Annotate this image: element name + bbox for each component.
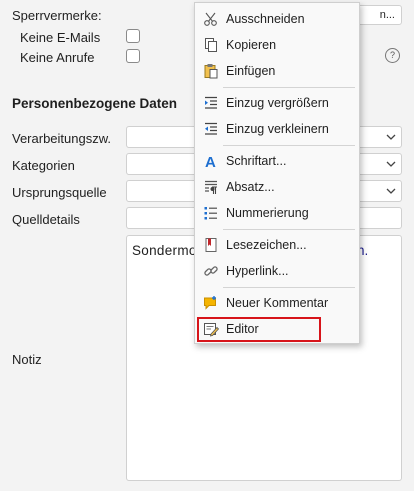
ursprungsquelle-label: Ursprungsquelle [12,185,107,200]
sperrvermerke-label: Sperrvermerke: [12,8,102,23]
indent-increase-icon [203,95,219,111]
numbered-list-icon [203,205,219,221]
chevron-down-icon [386,161,396,167]
menu-item-hyperlink[interactable]: Hyperlink... [197,259,357,283]
menu-item-lesezeichen[interactable]: Lesezeichen... [197,233,357,257]
menu-item-label: Ausschneiden [226,12,305,26]
menu-separator [223,87,355,88]
copy-icon [203,37,219,53]
keine-emails-label: Keine E-Mails [20,30,101,45]
chevron-down-icon [386,134,396,140]
menu-item-label: Absatz... [226,180,275,194]
menu-item-label: Einzug verkleinern [226,122,329,136]
section-title-personenbezogene-daten: Personenbezogene Daten [12,96,178,111]
comment-icon [203,295,219,311]
menu-item-label: Kopieren [226,38,277,52]
help-icon[interactable]: ? [385,48,400,63]
menu-separator [223,287,355,288]
menu-item-kopieren[interactable]: Kopieren [197,33,357,57]
keine-anrufe-label: Keine Anrufe [20,50,95,65]
verarbeitungszweck-label: Verarbeitungszw. [12,131,112,146]
link-icon [203,263,219,279]
paste-icon [203,63,219,79]
chevron-down-icon [386,188,396,194]
indent-decrease-icon [203,121,219,137]
menu-item-label: Schriftart... [226,154,287,168]
menu-item-einzug-vergroessern[interactable]: Einzug vergrößern [197,91,357,115]
menu-item-label: Hyperlink... [226,264,289,278]
menu-separator [223,145,355,146]
kategorien-label: Kategorien [12,158,75,173]
menu-item-label: Lesezeichen... [226,238,307,252]
font-icon: A [203,153,219,169]
keine-emails-checkbox[interactable] [126,29,140,43]
menu-item-neuer-kommentar[interactable]: Neuer Kommentar [197,291,357,315]
context-menu: Ausschneiden Kopieren Einfügen Einzug ve… [194,2,360,344]
editor-highlight-box [197,317,321,342]
paragraph-icon [203,179,219,195]
menu-item-label: Neuer Kommentar [226,296,329,310]
menu-item-absatz[interactable]: Absatz... [197,175,357,199]
bookmark-icon [203,237,219,253]
menu-item-einfuegen[interactable]: Einfügen [197,59,357,83]
scissors-icon [203,11,219,27]
menu-item-schriftart[interactable]: A Schriftart... [197,149,357,173]
menu-item-label: Einzug vergrößern [226,96,329,110]
menu-separator [223,229,355,230]
svg-text:A: A [205,154,216,169]
menu-item-nummerierung[interactable]: Nummerierung [197,201,357,225]
menu-item-ausschneiden[interactable]: Ausschneiden [197,7,357,31]
notiz-text: Sondermo [132,243,197,258]
keine-anrufe-checkbox[interactable] [126,49,140,63]
notiz-label: Notiz [12,352,42,367]
quelldetails-label: Quelldetails [12,212,80,227]
menu-item-label: Einfügen [226,64,276,78]
menu-item-einzug-verkleinern[interactable]: Einzug verkleinern [197,117,357,141]
menu-item-label: Nummerierung [226,206,309,220]
